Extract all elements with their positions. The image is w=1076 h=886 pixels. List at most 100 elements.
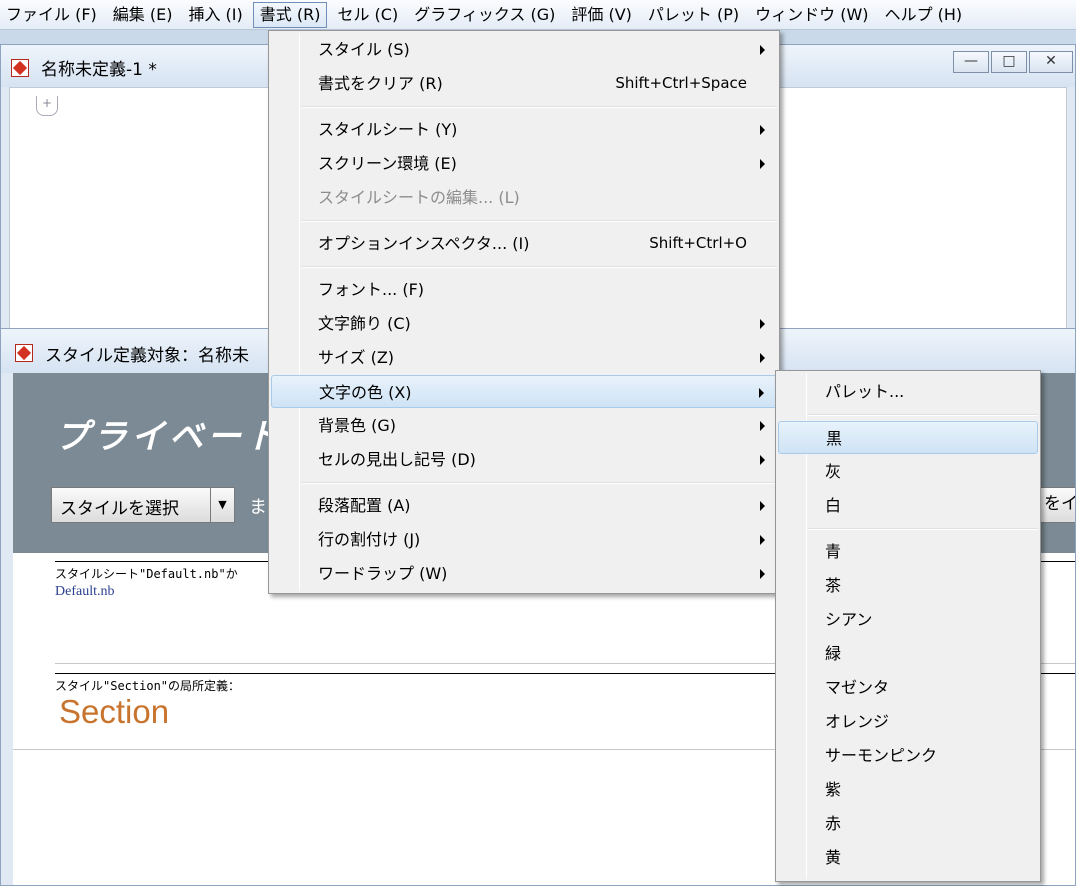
format-menu-item-label: 文字飾り (C) — [318, 314, 411, 333]
menu-edit[interactable]: 編集 (E) — [107, 2, 179, 28]
shortcut-label: Shift+Ctrl+O — [649, 234, 747, 252]
format-menu-item[interactable]: ワードラップ (W) — [271, 557, 777, 590]
color-menu-item-label: サーモンピンク — [825, 746, 938, 765]
color-menu-item-label: 青 — [825, 542, 842, 561]
format-menu-item[interactable]: セルの見出し記号 (D) — [271, 443, 777, 476]
menu-file[interactable]: ファイル (F) — [0, 2, 103, 28]
color-menu-item[interactable]: オレンジ — [778, 705, 1038, 738]
format-menu-item-label: スクリーン環境 (E) — [318, 154, 457, 173]
color-menu-item[interactable]: マゼンタ — [778, 671, 1038, 704]
format-menu-item[interactable]: フォント... (F) — [271, 273, 777, 306]
color-menu-item-label: 白 — [825, 496, 842, 515]
color-menu-item[interactable]: 黒 — [778, 421, 1038, 454]
submenu-arrow-icon — [760, 569, 765, 579]
color-menu-item[interactable]: 青 — [778, 535, 1038, 568]
stylesheet-title: スタイル定義対象：名称未 — [45, 346, 249, 366]
color-menu-item[interactable]: 赤 — [778, 807, 1038, 840]
color-menu-item-label: マゼンタ — [825, 678, 890, 697]
submenu-arrow-icon — [760, 159, 765, 169]
maximize-icon[interactable]: □ — [991, 51, 1027, 73]
menu-graphics[interactable]: グラフィックス (G) — [408, 2, 561, 28]
chevron-down-icon[interactable]: ▼ — [210, 488, 234, 522]
app-icon — [11, 59, 29, 77]
color-menu-item[interactable]: 紫 — [778, 773, 1038, 806]
format-menu: スタイル (S) 書式をクリア (R) Shift+Ctrl+Space スタイルシー… — [268, 30, 780, 594]
close-icon[interactable]: ✕ — [1029, 51, 1073, 73]
stylesheet-note: スタイルシート"Default.nb"か — [55, 567, 238, 581]
menu-separator — [301, 266, 777, 268]
format-menu-item-label: スタイル (S) — [318, 40, 410, 59]
notebook-title: 名称未定義-1 * — [41, 60, 157, 80]
format-menu-item-label: 段落配置 (A) — [318, 496, 411, 515]
format-menu-item[interactable]: 文字飾り (C) — [271, 307, 777, 340]
style-select-dropdown[interactable]: スタイルを選択 ▼ — [51, 487, 235, 523]
menu-help[interactable]: ヘルプ (H) — [879, 2, 969, 28]
menu-window[interactable]: ウィンドウ (W) — [749, 2, 874, 28]
format-menu-item[interactable]: サイズ (Z) — [271, 341, 777, 374]
submenu-arrow-icon — [760, 501, 765, 511]
import-button[interactable]: をイ — [1039, 487, 1075, 523]
submenu-arrow-icon — [760, 353, 765, 363]
format-menu-item-label: スタイルシートの編集... (L) — [318, 188, 520, 207]
color-menu-item[interactable]: 緑 — [778, 637, 1038, 670]
format-menu-item-label: ワードラップ (W) — [318, 564, 448, 583]
text-color-submenu: パレット... 黒灰白青茶シアン緑マゼンタオレンジサーモンピンク紫赤黄 — [775, 370, 1041, 882]
format-menu-item[interactable]: スタイル (S) — [271, 33, 777, 66]
banner-text: ま — [249, 497, 267, 518]
banner-title: プライベート — [55, 417, 283, 457]
color-menu-item-label: 黄 — [825, 848, 842, 867]
color-menu-item[interactable]: 灰 — [778, 455, 1038, 488]
format-menu-item-label: オプションインスペクタ... (I) — [318, 234, 530, 253]
format-menu-item-label: 行の割付け (J) — [318, 530, 421, 549]
color-menu-item[interactable]: パレット... — [778, 375, 1038, 408]
format-menu-item[interactable]: 行の割付け (J) — [271, 523, 777, 556]
color-menu-item-label: パレット... — [825, 382, 905, 401]
section-style-sample[interactable]: Section — [59, 693, 169, 731]
format-menu-item-label: セルの見出し記号 (D) — [318, 450, 476, 469]
submenu-arrow-icon — [759, 388, 764, 398]
color-menu-item[interactable]: サーモンピンク — [778, 739, 1038, 772]
menu-cell[interactable]: セル (C) — [331, 2, 404, 28]
app-icon — [15, 344, 33, 362]
menu-palettes[interactable]: パレット (P) — [642, 2, 745, 28]
menu-format[interactable]: 書式 (R) — [252, 1, 328, 28]
submenu-arrow-icon — [760, 125, 765, 135]
color-menu-item-label: 赤 — [825, 814, 842, 833]
format-menu-item[interactable]: スタイルシート (Y) — [271, 113, 777, 146]
menu-separator — [808, 414, 1038, 416]
color-menu-item[interactable]: 黄 — [778, 841, 1038, 874]
menu-separator — [301, 220, 777, 222]
color-menu-item[interactable]: シアン — [778, 603, 1038, 636]
submenu-arrow-icon — [760, 455, 765, 465]
color-menu-item-label: 黒 — [826, 429, 843, 448]
format-menu-item[interactable]: 書式をクリア (R) Shift+Ctrl+Space — [271, 67, 777, 100]
color-menu-item-label: 灰 — [825, 462, 842, 481]
color-menu-item-label: シアン — [825, 610, 873, 629]
format-menu-item[interactable]: 文字の色 (X) — [271, 375, 777, 408]
color-menu-item-label: 緑 — [825, 644, 842, 663]
format-menu-item[interactable]: スクリーン環境 (E) — [271, 147, 777, 180]
format-menu-item-label: 文字の色 (X) — [319, 383, 412, 402]
submenu-arrow-icon — [760, 535, 765, 545]
style-select-label: スタイルを選択 — [60, 499, 179, 519]
format-menu-item[interactable]: 段落配置 (A) — [271, 489, 777, 522]
color-menu-item[interactable]: 茶 — [778, 569, 1038, 602]
format-menu-item: スタイルシートの編集... (L) — [271, 181, 777, 214]
submenu-arrow-icon — [760, 421, 765, 431]
shortcut-label: Shift+Ctrl+Space — [615, 74, 747, 92]
menu-separator — [808, 528, 1038, 530]
format-menu-item[interactable]: オプションインスペクタ... (I) Shift+Ctrl+O — [271, 227, 777, 260]
menu-insert[interactable]: 挿入 (I) — [182, 2, 248, 28]
menu-separator — [301, 106, 777, 108]
stylesheet-link[interactable]: Default.nb — [55, 584, 114, 600]
format-menu-item-label: 背景色 (G) — [318, 416, 396, 435]
minimize-icon[interactable]: — — [953, 51, 989, 73]
cell-insertion-bracket[interactable]: + — [36, 96, 58, 116]
color-menu-item[interactable]: 白 — [778, 489, 1038, 522]
color-menu-item-label: 茶 — [825, 576, 842, 595]
menu-evaluation[interactable]: 評価 (V) — [565, 2, 638, 28]
format-menu-item[interactable]: 背景色 (G) — [271, 409, 777, 442]
menu-bar: ファイル (F) 編集 (E) 挿入 (I) 書式 (R) セル (C) グラフ… — [0, 0, 1076, 30]
format-menu-item-label: フォント... (F) — [318, 280, 425, 299]
menu-separator — [301, 482, 777, 484]
